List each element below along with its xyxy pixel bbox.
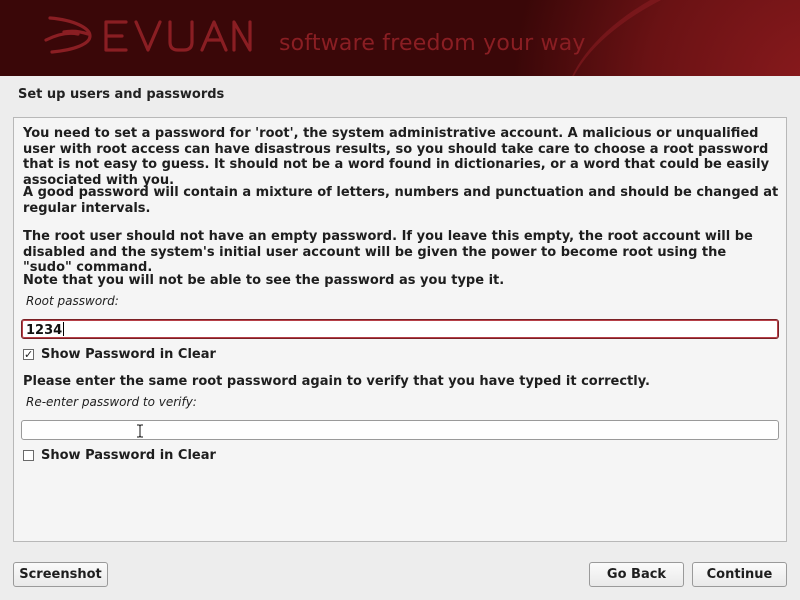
header-banner: software freedom your way — [0, 0, 800, 76]
root-password-value: 1234 — [26, 323, 63, 338]
verify-prompt: Please enter the same root password agai… — [23, 374, 650, 389]
screenshot-button[interactable]: Screenshot — [13, 562, 108, 587]
verify-show-password-row[interactable]: Show Password in Clear — [23, 447, 216, 463]
root-show-password-label: Show Password in Clear — [41, 346, 216, 362]
verify-show-password-label: Show Password in Clear — [41, 447, 216, 463]
ibeam-cursor-icon — [137, 424, 143, 438]
verify-show-password-checkbox[interactable] — [23, 449, 34, 461]
root-password-input[interactable]: 1234 — [21, 319, 779, 339]
text-caret — [63, 322, 65, 336]
intro-paragraph: You need to set a password for 'root', t… — [23, 126, 770, 188]
note-paragraph: Note that you will not be able to see th… — [23, 273, 505, 288]
banner-tagline: software freedom your way — [279, 31, 586, 56]
go-back-button[interactable]: Go Back — [589, 562, 684, 587]
devuan-logo — [44, 16, 252, 54]
main-panel: You need to set a password for 'root', t… — [13, 117, 787, 542]
verify-password-input[interactable] — [21, 420, 779, 440]
root-password-label: Root password: — [26, 294, 119, 308]
continue-button[interactable]: Continue — [692, 562, 787, 587]
page-title: Set up users and passwords — [18, 87, 225, 102]
password-tips-paragraph: A good password will contain a mixture o… — [23, 185, 779, 216]
root-show-password-row[interactable]: ✓ Show Password in Clear — [23, 346, 216, 362]
empty-password-paragraph: The root user should not have an empty p… — [23, 229, 753, 275]
verify-password-label: Re-enter password to verify: — [26, 395, 197, 409]
root-show-password-checkbox[interactable]: ✓ — [23, 348, 34, 360]
